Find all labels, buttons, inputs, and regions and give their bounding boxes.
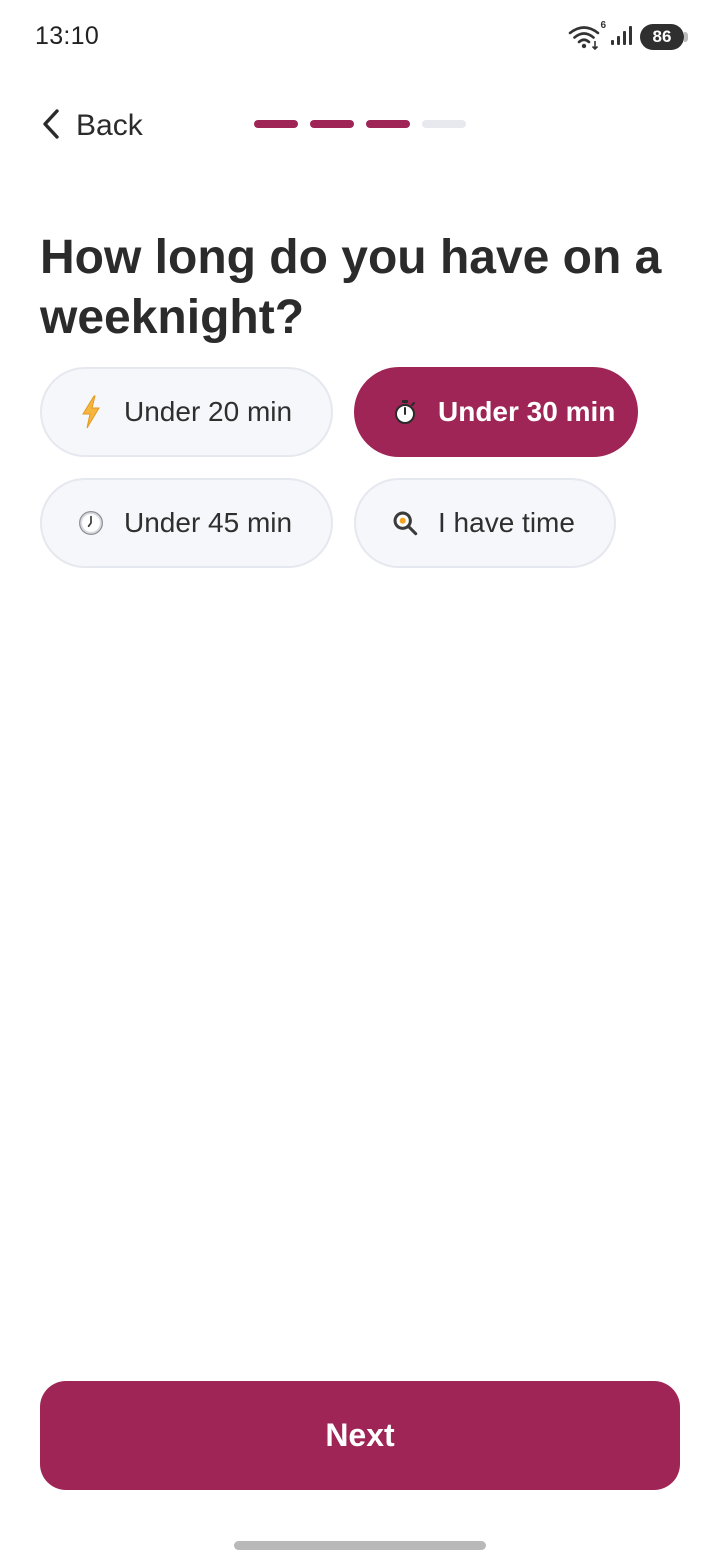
option-under-30-min[interactable]: Under 30 min — [354, 367, 638, 457]
status-icons: 6 86 — [568, 20, 688, 51]
chevron-left-icon — [40, 108, 62, 145]
wifi-icon: 6 — [568, 20, 606, 51]
option-under-45-min[interactable]: Under 45 min — [40, 478, 333, 568]
wifi-badge: 6 — [600, 20, 606, 31]
battery-icon: 86 — [640, 24, 688, 50]
home-indicator[interactable] — [234, 1541, 486, 1550]
progress-segment — [310, 120, 354, 128]
back-button[interactable]: Back — [40, 104, 143, 148]
onboarding-screen: 13:10 6 86 Back How long do you have on … — [0, 0, 720, 1560]
lightning-icon — [78, 395, 104, 429]
progress-indicator — [254, 120, 466, 128]
option-under-20-min[interactable]: Under 20 min — [40, 367, 333, 457]
page-title: How long do you have on a weeknight? — [40, 231, 662, 344]
status-time: 13:10 — [35, 22, 100, 50]
clock-icon — [78, 508, 104, 538]
option-i-have-time[interactable]: I have time — [354, 478, 616, 568]
status-bar: 13:10 6 86 — [0, 0, 720, 72]
stopwatch-icon — [392, 397, 418, 427]
progress-segment — [254, 120, 298, 128]
progress-segment — [422, 120, 466, 128]
signal-icon — [610, 24, 634, 51]
option-label: Under 30 min — [438, 396, 616, 427]
battery-level: 86 — [652, 27, 672, 46]
option-label: I have time — [438, 507, 575, 538]
next-button[interactable]: Next — [40, 1381, 680, 1490]
back-label: Back — [76, 109, 143, 142]
progress-segment — [366, 120, 410, 128]
frying-pan-icon — [392, 508, 418, 538]
option-label: Under 45 min — [124, 507, 293, 538]
option-label: Under 20 min — [124, 396, 293, 427]
